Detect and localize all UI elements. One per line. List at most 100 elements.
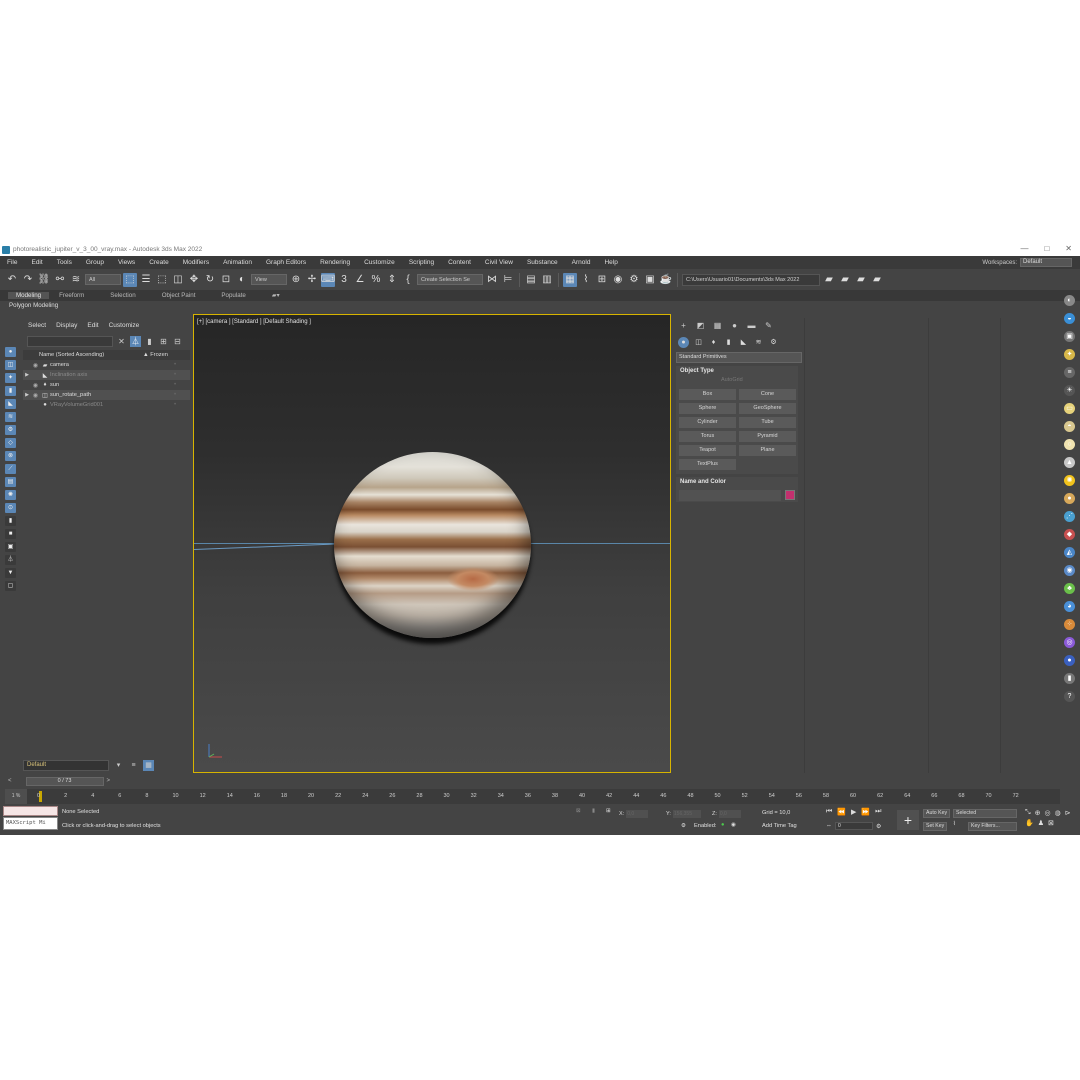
explorer-menu-display[interactable]: Display — [51, 322, 82, 329]
palette-icon[interactable]: ⁘ — [1064, 619, 1075, 630]
unlink-icon[interactable]: ⚯ — [53, 273, 67, 287]
key-mode-icon[interactable]: ⇔ — [826, 823, 832, 829]
rectangular-selection-icon[interactable]: ⬚ — [155, 273, 169, 287]
maximize-button[interactable]: □ — [1044, 244, 1049, 253]
menu-group[interactable]: Group — [79, 259, 111, 266]
y-field[interactable]: 156,355 — [672, 810, 701, 818]
maxscript-listener[interactable]: MAXScript Mi — [3, 817, 58, 830]
autogrid-checkbox[interactable]: AutoGrid — [676, 377, 798, 387]
dome-light-icon[interactable]: ◓ — [1064, 421, 1075, 432]
plane-icon[interactable]: ◭ — [1064, 547, 1075, 558]
display-all-icon[interactable]: ■ — [5, 529, 16, 539]
menu-content[interactable]: Content — [441, 259, 478, 266]
auto-key-button[interactable]: Auto Key — [923, 809, 951, 818]
toggle-scene-explorer-icon[interactable]: ▤ — [524, 273, 538, 287]
object-name-field[interactable] — [679, 489, 782, 501]
visibility-eye-icon[interactable]: ◉ — [31, 392, 40, 399]
sun-settings-icon[interactable]: ☀ — [1064, 385, 1075, 396]
object-type-title[interactable]: Object Type — [676, 366, 798, 377]
lock-icon[interactable]: ▮ — [144, 336, 155, 347]
lights-icon[interactable]: ♦ — [708, 337, 719, 348]
jupiter-planet[interactable] — [334, 452, 531, 638]
menu-modifiers[interactable]: Modifiers — [176, 259, 216, 266]
set-key-button[interactable]: + — [897, 810, 919, 830]
tab-populate[interactable]: Populate — [211, 292, 261, 299]
sphere-button[interactable]: Sphere — [679, 403, 736, 414]
geosphere-button[interactable]: GeoSphere — [739, 403, 796, 414]
toggle-layer-explorer-icon[interactable]: ▥ — [540, 273, 554, 287]
hierarchy-icon[interactable]: ⊙ — [5, 503, 16, 513]
ies-light-icon[interactable]: ▲ — [1064, 457, 1075, 468]
vray-icon[interactable]: ◒ — [1064, 313, 1075, 324]
enabled-indicator-icon[interactable]: ● — [721, 822, 724, 828]
play-icon[interactable]: ▶ — [851, 808, 856, 816]
help-icon[interactable]: ? — [1064, 691, 1075, 702]
undo-icon[interactable]: ↶ — [5, 273, 19, 287]
tube-button[interactable]: Tube — [739, 417, 796, 428]
tab-object-paint[interactable]: Object Paint — [152, 292, 212, 299]
explorer-menu-edit[interactable]: Edit — [82, 322, 103, 329]
menu-create[interactable]: Create — [142, 259, 176, 266]
spinner-snap-icon[interactable]: ⇕ — [385, 273, 399, 287]
named-selection-dropdown[interactable]: Create Selection Se — [417, 274, 483, 285]
menu-graph-editors[interactable]: Graph Editors — [259, 259, 313, 266]
layers-icon[interactable]: ≡ — [128, 760, 139, 771]
sun-light-icon[interactable]: ✺ — [1064, 475, 1075, 486]
menu-edit[interactable]: Edit — [24, 259, 49, 266]
hierarchy-view-icon[interactable]: ⊞ — [158, 336, 169, 347]
spacewarps-icon[interactable]: ≋ — [5, 412, 16, 422]
move-icon[interactable]: ✥ — [187, 273, 201, 287]
name-color-title[interactable]: Name and Color — [676, 477, 798, 488]
geometry-icon[interactable]: ● — [678, 336, 689, 348]
spacewarps-icon[interactable]: ≋ — [753, 337, 764, 348]
display-none-icon[interactable]: ▮ — [5, 516, 16, 526]
minimize-button[interactable]: — — [1020, 244, 1028, 253]
funnel-icon[interactable]: ▼ — [5, 568, 16, 578]
current-frame-field[interactable]: 0 — [835, 822, 873, 830]
key-filters-button[interactable]: Key Filters... — [968, 822, 1017, 831]
keyboard-shortcut-override-icon[interactable]: ⌨ — [321, 272, 335, 287]
menu-arnold[interactable]: Arnold — [565, 259, 598, 266]
go-to-start-icon[interactable]: ⏮ — [826, 808, 832, 816]
z-field[interactable]: 0,0 — [718, 810, 741, 818]
table-row[interactable]: ◉ ▰ camera • — [23, 360, 190, 370]
layer-view-icon[interactable]: ⊟ — [172, 336, 183, 347]
filter-icon[interactable]: ⏃ — [5, 555, 16, 565]
object-color-swatch[interactable] — [785, 490, 795, 500]
key-tangent-icon[interactable]: ⌇ — [953, 821, 956, 827]
select-manipulate-icon[interactable]: ✢ — [305, 273, 319, 287]
tab-selection[interactable]: Selection — [100, 292, 151, 299]
viewport-label[interactable]: [+] [camera ] [Standard ] [Default Shadi… — [197, 319, 311, 325]
frozen-icon[interactable]: • — [160, 402, 190, 408]
menu-tools[interactable]: Tools — [50, 259, 79, 266]
menu-substance[interactable]: Substance — [520, 259, 565, 266]
frozen-icon[interactable]: • — [160, 372, 190, 378]
angle-snap-icon[interactable]: ∠ — [353, 273, 367, 287]
absolute-mode-icon[interactable]: ⊞ — [606, 808, 611, 814]
tab-freeform[interactable]: Freeform — [49, 292, 100, 299]
select-by-name-icon[interactable]: ☰ — [139, 273, 153, 287]
layer-dropdown-icon[interactable]: ▾ — [113, 760, 124, 771]
material-icon[interactable]: ◕ — [1064, 601, 1075, 612]
curve-editor-icon[interactable]: ⌇ — [579, 273, 593, 287]
zoom-all-icon[interactable]: ⊕ — [1035, 809, 1041, 817]
systems-icon[interactable]: ⚙ — [768, 337, 779, 348]
previous-key-icon[interactable]: ⏪ — [837, 808, 846, 816]
object-label[interactable]: camera — [50, 362, 160, 368]
light-lister-icon[interactable]: ≡ — [1064, 367, 1075, 378]
place-icon[interactable]: ◐ — [235, 273, 249, 287]
menu-rendering[interactable]: Rendering — [313, 259, 357, 266]
expand-arrow-icon[interactable]: ▶ — [23, 392, 31, 398]
battery-icon[interactable]: ▮ — [1064, 673, 1075, 684]
containers-icon[interactable]: ▤ — [5, 477, 16, 487]
utilities-tab-icon[interactable]: ✎ — [763, 320, 774, 331]
container-icon[interactable]: ▢ — [5, 581, 16, 591]
current-layer-field[interactable]: Default — [23, 759, 109, 771]
menu-scripting[interactable]: Scripting — [402, 259, 441, 266]
snaps-toggle-icon[interactable]: 3 — [337, 273, 351, 287]
xrefs-icon[interactable]: ⊗ — [5, 451, 16, 461]
cactus-icon[interactable]: ♣ — [1064, 583, 1075, 594]
shapes-icon[interactable]: ◫ — [5, 360, 16, 370]
particles-icon[interactable]: ✺ — [5, 490, 16, 500]
bones-icon[interactable]: ⟋ — [5, 464, 16, 474]
